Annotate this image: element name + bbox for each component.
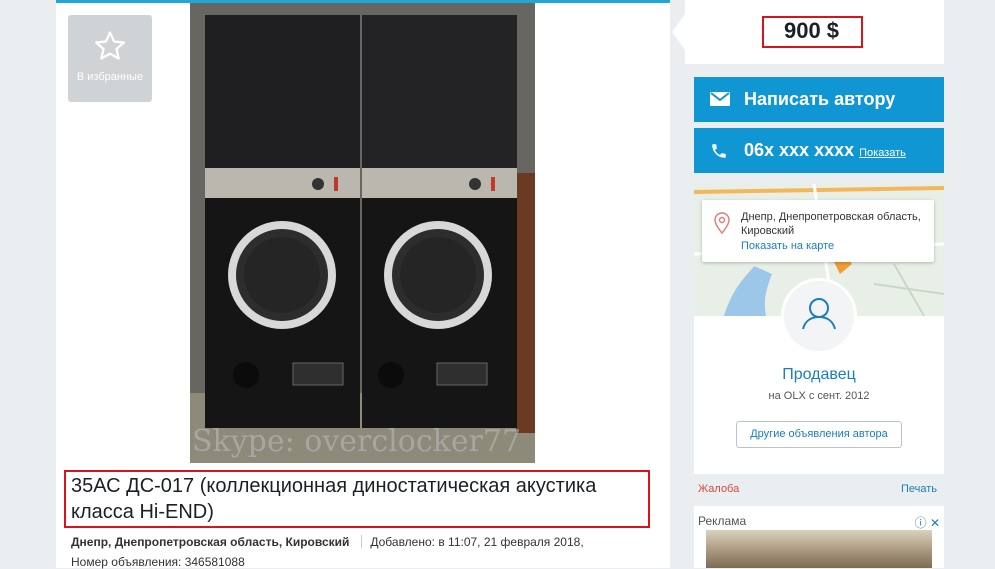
phone-number: 06х ххх хххх Показать — [744, 140, 906, 161]
close-icon[interactable]: ✕ — [930, 516, 940, 530]
listing-added-date: Добавлено: в 11:07, 21 февраля 2018, — [370, 535, 584, 549]
star-icon — [94, 31, 126, 60]
location-address: Днепр, Днепропетровская область, Кировск… — [741, 211, 921, 237]
photo-watermark: Skype: overclocker77 — [192, 424, 521, 459]
listing-title: 35АС ДС-017 (коллекционная диностатическ… — [71, 475, 597, 523]
avatar[interactable] — [781, 278, 857, 354]
listing-location: Днепр, Днепропетровская область, Кировск… — [71, 535, 350, 549]
ad-label: Реклама — [698, 514, 747, 528]
listing-number: Номер объявления: 346581088 — [71, 555, 245, 569]
envelope-icon — [710, 92, 730, 106]
show-phone-link[interactable]: Показать — [859, 147, 906, 159]
user-icon — [802, 298, 836, 330]
info-icon[interactable]: ⓘ — [915, 516, 927, 530]
price-highlight-box — [762, 16, 863, 48]
seller-since: на OLX с сент. 2012 — [768, 390, 870, 402]
message-author-label: Написать автору — [744, 89, 896, 109]
seller-name[interactable]: Продавец — [694, 366, 944, 384]
ad-image[interactable] — [706, 530, 932, 568]
phone-masked-number: 06х ххх хххх — [744, 140, 855, 160]
report-link[interactable]: Жалоба — [698, 483, 739, 495]
seller-card: Днепр, Днепропетровская область, Кировск… — [694, 184, 944, 474]
print-link[interactable]: Печать — [901, 483, 937, 495]
location-card: Днепр, Днепропетровская область, Кировск… — [702, 200, 934, 262]
ad-controls: ⓘ ✕ — [915, 514, 940, 531]
listing-main: В избранные Skype: overclocker77 35АС ДС… — [56, 0, 670, 569]
ad-block: Реклама ⓘ ✕ — [694, 506, 944, 568]
listing-photo[interactable]: Skype: overclocker77 — [190, 3, 535, 463]
favorites-label: В избранные — [76, 71, 144, 83]
message-author-button[interactable]: Написать автору — [694, 77, 944, 122]
price-notch — [672, 14, 685, 50]
other-ads-button[interactable]: Другие объявления автора — [736, 421, 902, 448]
phone-icon — [712, 144, 726, 158]
divider — [361, 535, 363, 548]
show-on-map-link[interactable]: Показать на карте — [741, 240, 834, 252]
map-pin-icon — [714, 212, 730, 234]
phone-button[interactable]: 06х ххх хххх Показать — [694, 128, 944, 173]
listing-meta: Днепр, Днепропетровская область, Кировск… — [71, 535, 584, 549]
favorites-button[interactable]: В избранные — [68, 15, 152, 102]
speakers-image: Skype: overclocker77 — [190, 3, 535, 463]
